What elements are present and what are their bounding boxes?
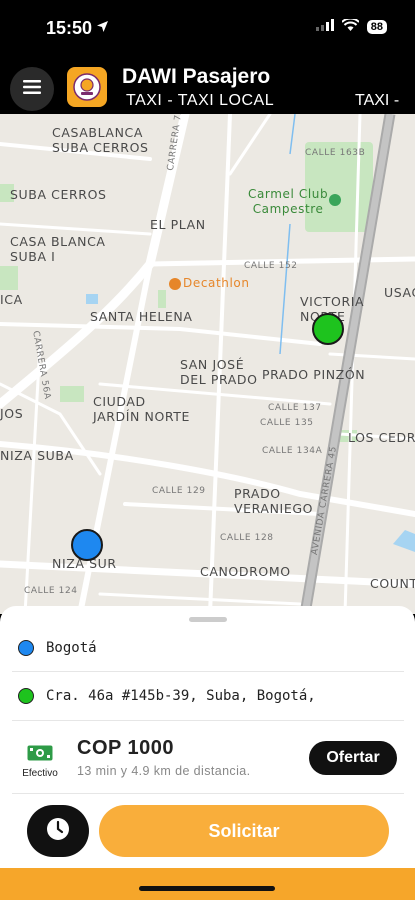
map-poi-label: Carmel Club Campestre	[248, 187, 329, 216]
home-indicator[interactable]	[139, 886, 275, 891]
divider	[12, 671, 404, 672]
app-header: DAWI Pasajero TAXI - TAXI LOCAL TAXI -	[0, 58, 415, 114]
sheet-handle[interactable]	[189, 617, 227, 622]
status-time: 15:50	[46, 18, 93, 38]
street-label: CALLE 135	[260, 418, 314, 428]
destination-pin[interactable]	[312, 313, 344, 345]
request-button[interactable]: Solicitar	[99, 805, 389, 857]
cellular-signal-icon	[315, 18, 334, 36]
street-label: CALLE 152	[244, 261, 298, 271]
map-label: COUNT	[370, 576, 415, 591]
location-arrow-icon	[96, 20, 109, 38]
divider	[12, 793, 404, 794]
street-label: CALLE 134A	[262, 446, 323, 456]
fare-price: COP 1000	[77, 737, 175, 759]
map-label: LOS CEDRO	[348, 430, 415, 445]
origin-dot-icon	[18, 640, 34, 656]
map-label: PRADO PINZÓN	[262, 367, 366, 382]
street-label: CALLE 129	[152, 486, 206, 496]
status-bar: 15:50 88	[0, 0, 415, 58]
street-label: CALLE 137	[268, 403, 322, 413]
origin-row[interactable]: Bogotá	[0, 636, 415, 660]
trip-distance: 13 min y 4.9 km de distancia.	[77, 764, 251, 778]
map-label: USAC	[384, 285, 415, 300]
map-label: PRADO VERANIEGO	[234, 486, 314, 516]
map-label: SANTA HELENA	[90, 309, 193, 324]
menu-button[interactable]	[10, 67, 54, 111]
battery-icon: 88	[366, 20, 387, 34]
cash-icon	[27, 745, 53, 765]
street-label: CALLE 128	[220, 533, 274, 543]
map-label: CANODROMO	[200, 564, 291, 579]
map-poi-label: Decathlon	[183, 276, 250, 290]
destination-dot-icon	[18, 688, 34, 704]
divider	[12, 720, 404, 721]
payment-label: Efectivo	[22, 768, 58, 779]
map-label: CASABLANCA SUBA CERROS	[52, 125, 149, 155]
trip-sheet: Bogotá Cra. 46a #145b-39, Suba, Bogotá, …	[0, 606, 415, 900]
map-label: SUBA CERROS	[10, 187, 107, 202]
street-label: CALLE 124	[24, 586, 78, 596]
wifi-icon	[341, 17, 360, 36]
destination-text: Cra. 46a #145b-39, Suba, Bogotá,	[46, 688, 316, 704]
map-label: ICA	[0, 292, 23, 307]
schedule-button[interactable]	[27, 805, 89, 857]
map-label: NIZA SUBA	[0, 448, 74, 463]
map-label: EL PLAN	[150, 217, 206, 232]
map-view[interactable]: CASABLANCA SUBA CERROS SUBA CERROS CASA …	[0, 114, 415, 614]
destination-row[interactable]: Cra. 46a #145b-39, Suba, Bogotá,	[0, 684, 415, 708]
payment-method[interactable]: Efectivo	[16, 745, 64, 779]
clock-icon	[46, 817, 70, 846]
offer-button[interactable]: Ofertar	[309, 741, 397, 775]
origin-pin[interactable]	[71, 529, 103, 561]
street-label: CALLE 163B	[305, 148, 366, 158]
map-label: CIUDAD JARDÍN NORTE	[93, 394, 191, 424]
service-type: TAXI - TAXI LOCAL	[126, 92, 275, 109]
app-logo	[67, 67, 107, 107]
origin-text: Bogotá	[46, 640, 97, 656]
service-type-secondary: TAXI -	[355, 92, 400, 109]
app-title: DAWI Pasajero	[122, 65, 271, 88]
map-label: JOS	[0, 406, 24, 421]
map-label: SAN JOSÉ DEL PRADO	[180, 357, 258, 387]
bottom-accent-bar	[0, 868, 415, 900]
hamburger-icon	[23, 79, 41, 99]
map-label: CASA BLANCA SUBA I	[10, 234, 106, 264]
